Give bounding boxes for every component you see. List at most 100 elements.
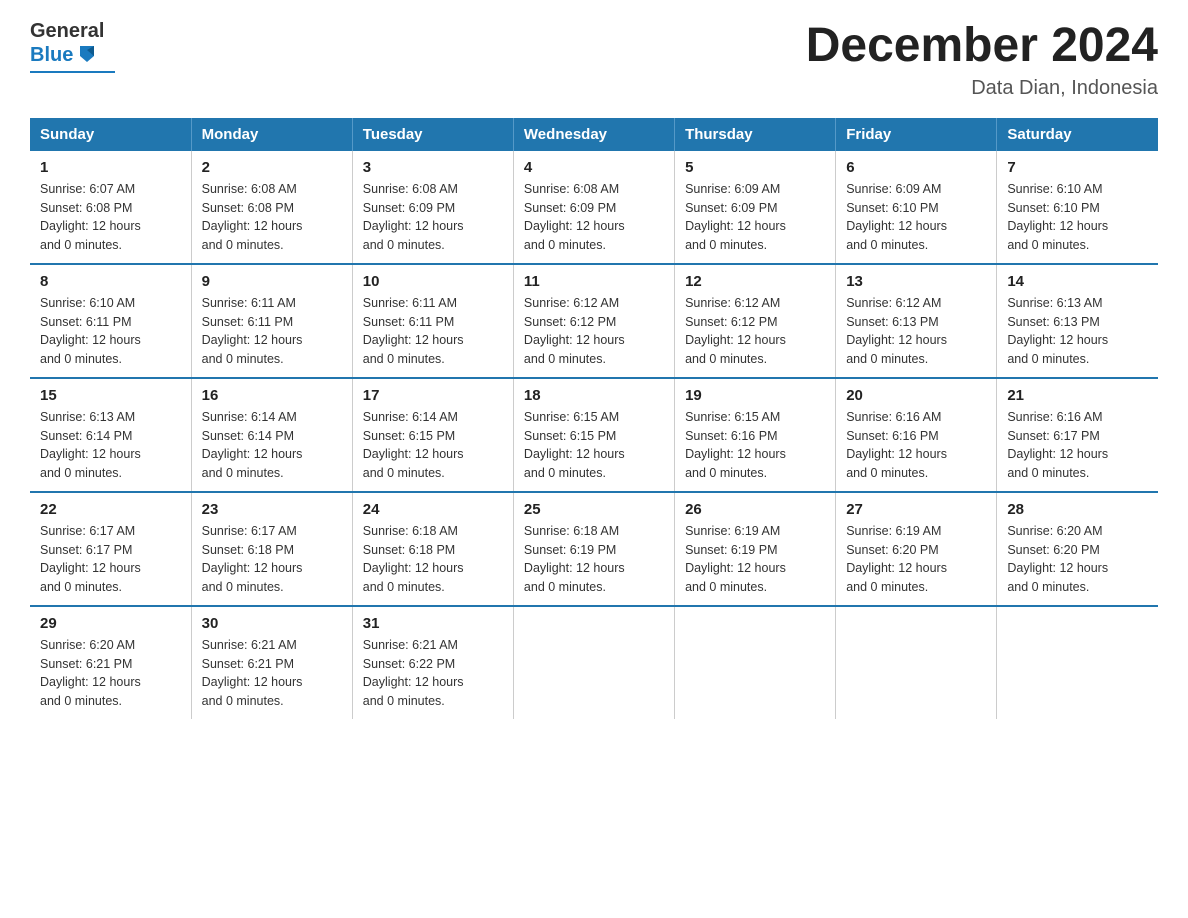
day-number: 12 xyxy=(685,273,825,290)
calendar-day-cell: 22 Sunrise: 6:17 AM Sunset: 6:17 PM Dayl… xyxy=(30,492,191,606)
day-number: 30 xyxy=(202,615,342,632)
calendar-day-cell: 20 Sunrise: 6:16 AM Sunset: 6:16 PM Dayl… xyxy=(836,378,997,492)
day-number: 3 xyxy=(363,159,503,176)
col-tuesday: Tuesday xyxy=(352,118,513,151)
day-number: 31 xyxy=(363,615,503,632)
calendar-day-cell: 11 Sunrise: 6:12 AM Sunset: 6:12 PM Dayl… xyxy=(513,264,674,378)
day-info: Sunrise: 6:16 AM Sunset: 6:16 PM Dayligh… xyxy=(846,410,947,480)
day-number: 8 xyxy=(40,273,181,290)
day-info: Sunrise: 6:08 AM Sunset: 6:08 PM Dayligh… xyxy=(202,182,303,252)
day-info: Sunrise: 6:19 AM Sunset: 6:20 PM Dayligh… xyxy=(846,524,947,594)
calendar-table: Sunday Monday Tuesday Wednesday Thursday… xyxy=(30,118,1158,719)
day-info: Sunrise: 6:07 AM Sunset: 6:08 PM Dayligh… xyxy=(40,182,141,252)
calendar-day-cell: 6 Sunrise: 6:09 AM Sunset: 6:10 PM Dayli… xyxy=(836,151,997,264)
calendar-day-cell: 24 Sunrise: 6:18 AM Sunset: 6:18 PM Dayl… xyxy=(352,492,513,606)
calendar-day-cell: 12 Sunrise: 6:12 AM Sunset: 6:12 PM Dayl… xyxy=(675,264,836,378)
col-sunday: Sunday xyxy=(30,118,191,151)
day-info: Sunrise: 6:12 AM Sunset: 6:12 PM Dayligh… xyxy=(685,296,786,366)
calendar-day-cell xyxy=(836,606,997,719)
day-number: 22 xyxy=(40,501,181,518)
calendar-day-cell: 5 Sunrise: 6:09 AM Sunset: 6:09 PM Dayli… xyxy=(675,151,836,264)
day-number: 1 xyxy=(40,159,181,176)
day-info: Sunrise: 6:11 AM Sunset: 6:11 PM Dayligh… xyxy=(202,296,303,366)
calendar-day-cell: 10 Sunrise: 6:11 AM Sunset: 6:11 PM Dayl… xyxy=(352,264,513,378)
day-number: 2 xyxy=(202,159,342,176)
calendar-week-row: 15 Sunrise: 6:13 AM Sunset: 6:14 PM Dayl… xyxy=(30,378,1158,492)
calendar-subtitle: Data Dian, Indonesia xyxy=(806,77,1158,100)
day-number: 26 xyxy=(685,501,825,518)
calendar-week-row: 8 Sunrise: 6:10 AM Sunset: 6:11 PM Dayli… xyxy=(30,264,1158,378)
logo: General Blue xyxy=(30,20,115,73)
calendar-day-cell: 31 Sunrise: 6:21 AM Sunset: 6:22 PM Dayl… xyxy=(352,606,513,719)
page-header: General Blue December 2024 Data Dian, In… xyxy=(30,20,1158,100)
day-number: 29 xyxy=(40,615,181,632)
calendar-day-cell: 23 Sunrise: 6:17 AM Sunset: 6:18 PM Dayl… xyxy=(191,492,352,606)
day-number: 18 xyxy=(524,387,664,404)
calendar-day-cell: 9 Sunrise: 6:11 AM Sunset: 6:11 PM Dayli… xyxy=(191,264,352,378)
day-info: Sunrise: 6:15 AM Sunset: 6:16 PM Dayligh… xyxy=(685,410,786,480)
day-number: 4 xyxy=(524,159,664,176)
day-info: Sunrise: 6:21 AM Sunset: 6:21 PM Dayligh… xyxy=(202,638,303,708)
day-number: 25 xyxy=(524,501,664,518)
day-info: Sunrise: 6:16 AM Sunset: 6:17 PM Dayligh… xyxy=(1007,410,1108,480)
logo-blue-text: Blue xyxy=(30,44,73,67)
calendar-day-cell: 25 Sunrise: 6:18 AM Sunset: 6:19 PM Dayl… xyxy=(513,492,674,606)
day-info: Sunrise: 6:10 AM Sunset: 6:10 PM Dayligh… xyxy=(1007,182,1108,252)
day-info: Sunrise: 6:11 AM Sunset: 6:11 PM Dayligh… xyxy=(363,296,464,366)
col-monday: Monday xyxy=(191,118,352,151)
day-number: 15 xyxy=(40,387,181,404)
day-number: 24 xyxy=(363,501,503,518)
calendar-week-row: 1 Sunrise: 6:07 AM Sunset: 6:08 PM Dayli… xyxy=(30,151,1158,264)
col-saturday: Saturday xyxy=(997,118,1158,151)
logo-underline xyxy=(30,71,115,73)
day-number: 7 xyxy=(1007,159,1148,176)
day-info: Sunrise: 6:14 AM Sunset: 6:14 PM Dayligh… xyxy=(202,410,303,480)
day-info: Sunrise: 6:08 AM Sunset: 6:09 PM Dayligh… xyxy=(363,182,464,252)
calendar-day-cell: 29 Sunrise: 6:20 AM Sunset: 6:21 PM Dayl… xyxy=(30,606,191,719)
day-number: 14 xyxy=(1007,273,1148,290)
day-info: Sunrise: 6:18 AM Sunset: 6:18 PM Dayligh… xyxy=(363,524,464,594)
calendar-day-cell xyxy=(513,606,674,719)
day-number: 13 xyxy=(846,273,986,290)
day-info: Sunrise: 6:13 AM Sunset: 6:13 PM Dayligh… xyxy=(1007,296,1108,366)
day-number: 28 xyxy=(1007,501,1148,518)
calendar-day-cell: 19 Sunrise: 6:15 AM Sunset: 6:16 PM Dayl… xyxy=(675,378,836,492)
calendar-day-cell: 17 Sunrise: 6:14 AM Sunset: 6:15 PM Dayl… xyxy=(352,378,513,492)
day-info: Sunrise: 6:12 AM Sunset: 6:13 PM Dayligh… xyxy=(846,296,947,366)
day-number: 16 xyxy=(202,387,342,404)
logo-arrow-icon xyxy=(76,42,98,69)
day-info: Sunrise: 6:09 AM Sunset: 6:10 PM Dayligh… xyxy=(846,182,947,252)
col-wednesday: Wednesday xyxy=(513,118,674,151)
title-block: December 2024 Data Dian, Indonesia xyxy=(806,20,1158,100)
calendar-day-cell: 7 Sunrise: 6:10 AM Sunset: 6:10 PM Dayli… xyxy=(997,151,1158,264)
day-number: 9 xyxy=(202,273,342,290)
calendar-day-cell: 2 Sunrise: 6:08 AM Sunset: 6:08 PM Dayli… xyxy=(191,151,352,264)
calendar-day-cell: 4 Sunrise: 6:08 AM Sunset: 6:09 PM Dayli… xyxy=(513,151,674,264)
day-info: Sunrise: 6:10 AM Sunset: 6:11 PM Dayligh… xyxy=(40,296,141,366)
day-number: 21 xyxy=(1007,387,1148,404)
logo-general-text: General xyxy=(30,20,115,42)
calendar-day-cell: 18 Sunrise: 6:15 AM Sunset: 6:15 PM Dayl… xyxy=(513,378,674,492)
day-info: Sunrise: 6:20 AM Sunset: 6:20 PM Dayligh… xyxy=(1007,524,1108,594)
calendar-day-cell: 8 Sunrise: 6:10 AM Sunset: 6:11 PM Dayli… xyxy=(30,264,191,378)
day-info: Sunrise: 6:17 AM Sunset: 6:17 PM Dayligh… xyxy=(40,524,141,594)
col-friday: Friday xyxy=(836,118,997,151)
calendar-header-row: Sunday Monday Tuesday Wednesday Thursday… xyxy=(30,118,1158,151)
day-info: Sunrise: 6:19 AM Sunset: 6:19 PM Dayligh… xyxy=(685,524,786,594)
calendar-day-cell: 15 Sunrise: 6:13 AM Sunset: 6:14 PM Dayl… xyxy=(30,378,191,492)
calendar-day-cell: 26 Sunrise: 6:19 AM Sunset: 6:19 PM Dayl… xyxy=(675,492,836,606)
calendar-day-cell xyxy=(675,606,836,719)
calendar-day-cell: 3 Sunrise: 6:08 AM Sunset: 6:09 PM Dayli… xyxy=(352,151,513,264)
calendar-day-cell xyxy=(997,606,1158,719)
day-info: Sunrise: 6:13 AM Sunset: 6:14 PM Dayligh… xyxy=(40,410,141,480)
calendar-week-row: 22 Sunrise: 6:17 AM Sunset: 6:17 PM Dayl… xyxy=(30,492,1158,606)
calendar-day-cell: 14 Sunrise: 6:13 AM Sunset: 6:13 PM Dayl… xyxy=(997,264,1158,378)
day-number: 27 xyxy=(846,501,986,518)
calendar-day-cell: 30 Sunrise: 6:21 AM Sunset: 6:21 PM Dayl… xyxy=(191,606,352,719)
day-info: Sunrise: 6:15 AM Sunset: 6:15 PM Dayligh… xyxy=(524,410,625,480)
day-info: Sunrise: 6:12 AM Sunset: 6:12 PM Dayligh… xyxy=(524,296,625,366)
day-info: Sunrise: 6:14 AM Sunset: 6:15 PM Dayligh… xyxy=(363,410,464,480)
col-thursday: Thursday xyxy=(675,118,836,151)
calendar-title: December 2024 xyxy=(806,20,1158,73)
day-info: Sunrise: 6:09 AM Sunset: 6:09 PM Dayligh… xyxy=(685,182,786,252)
